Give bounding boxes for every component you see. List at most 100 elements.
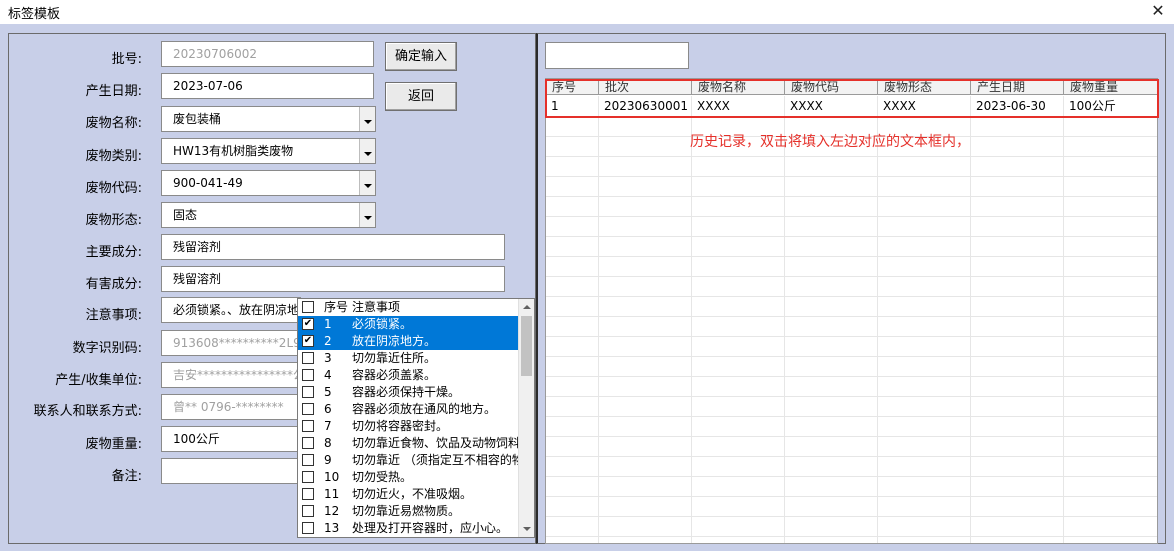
waste-code-label: 废物代码: (85, 181, 142, 196)
checkbox-icon[interactable] (302, 437, 314, 449)
grid-line (546, 356, 1157, 357)
weight-label: 废物重量: (85, 437, 142, 452)
dropdown-item[interactable]: ✔ 2 放在阴凉地方。 (298, 333, 520, 350)
waste-form-value: 固态 (173, 208, 198, 222)
checkbox-checked-icon[interactable]: ✔ (302, 335, 314, 347)
dropdown-item-text: 处理及打开容器时，应小心。 (352, 521, 509, 535)
checkbox-icon[interactable] (302, 352, 314, 364)
harmful-component-field[interactable]: 残留溶剂 (161, 266, 505, 292)
production-date-field[interactable]: 2023-07-06 (161, 73, 374, 99)
grid-line (546, 296, 1157, 297)
grid-line (546, 336, 1157, 337)
grid-line (546, 436, 1157, 437)
waste-class-value: HW13有机树脂类废物 (173, 144, 294, 158)
dropdown-item[interactable]: 3 切勿靠近住所。 (298, 350, 520, 367)
dropdown-item[interactable]: 5 容器必须保持干燥。 (298, 384, 520, 401)
notes-dropdown-list[interactable]: 序号 注意事项 ✔ 1 必须锁紧。 ✔ 2 放在阴凉地方。 3 切勿靠近住所。 4 容器必须盖紧。… (297, 298, 535, 538)
close-icon[interactable]: ✕ (1148, 1, 1168, 21)
grid-line (546, 216, 1157, 217)
dropdown-item[interactable]: 13 处理及打开容器时，应小心。 (298, 520, 520, 537)
dropdown-header-text: 注意事项 (352, 300, 401, 314)
dropdown-item-text: 切勿将容器密封。 (352, 419, 449, 433)
dropdown-item[interactable]: 8 切勿靠近食物、饮品及动物饲料 (298, 435, 520, 452)
main-component-field[interactable]: 残留溶剂 (161, 234, 505, 260)
contact-label: 联系人和联系方式: (33, 404, 142, 419)
dropdown-item[interactable]: 11 切勿近火，不准吸烟。 (298, 486, 520, 503)
checkbox-icon[interactable] (302, 505, 314, 517)
remark-label: 备注: (111, 469, 142, 484)
history-search-input[interactable] (545, 42, 689, 69)
dropdown-item-no: 3 (324, 351, 332, 365)
grid-line (546, 516, 1157, 517)
grid-line (546, 476, 1157, 477)
grid-line (546, 236, 1157, 237)
history-annotation: 历史记录，双击将填入左边对应的文本框内， (690, 134, 970, 150)
scroll-down-icon[interactable] (519, 521, 534, 537)
checkbox-checked-icon[interactable]: ✔ (302, 318, 314, 330)
chevron-down-icon[interactable] (359, 171, 375, 195)
dropdown-item[interactable]: 7 切勿将容器密封。 (298, 418, 520, 435)
waste-form-combo[interactable]: 固态 (161, 202, 376, 228)
notes-field[interactable]: 必须锁紧。、放在阴凉地 (161, 297, 301, 323)
production-date-label: 产生日期: (85, 84, 142, 99)
waste-name-label: 废物名称: (85, 116, 142, 131)
grid-line (784, 96, 785, 543)
waste-code-combo[interactable]: 900-041-49 (161, 170, 376, 196)
dropdown-item-text: 切勿靠近 （须指定互不相容的物 (352, 453, 520, 467)
dropdown-item-text: 切勿靠近食物、饮品及动物饲料 (352, 436, 520, 450)
dropdown-item-no: 12 (324, 504, 340, 518)
checkbox-icon[interactable] (302, 403, 314, 415)
dropdown-item-text: 放在阴凉地方。 (352, 334, 437, 348)
checkbox-icon[interactable] (302, 471, 314, 483)
scroll-up-icon[interactable] (519, 299, 534, 315)
weight-field[interactable]: 100公斤 (161, 426, 301, 452)
waste-class-combo[interactable]: HW13有机树脂类废物 (161, 138, 376, 164)
dropdown-item[interactable]: 4 容器必须盖紧。 (298, 367, 520, 384)
grid-line (877, 96, 878, 543)
dropdown-item[interactable]: 6 容器必须放在通风的地方。 (298, 401, 520, 418)
checkbox-icon[interactable] (302, 420, 314, 432)
batch-label: 批号: (111, 52, 142, 67)
waste-form-label: 废物形态: (85, 213, 142, 228)
dropdown-item[interactable]: ✔ 1 必须锁紧。 (298, 316, 520, 333)
confirm-input-button[interactable]: 确定输入 (385, 42, 457, 71)
dropdown-item[interactable]: 10 切勿受热。 (298, 469, 520, 486)
waste-code-value: 900-041-49 (173, 176, 243, 190)
dropdown-item[interactable]: 9 切勿靠近 （须指定互不相容的物 (298, 452, 520, 469)
grid-line (546, 456, 1157, 457)
chevron-down-icon[interactable] (359, 107, 375, 131)
grid-line (970, 96, 971, 543)
dropdown-item-text: 容器必须放在通风的地方。 (352, 402, 497, 416)
checkbox-icon[interactable] (302, 301, 314, 313)
dropdown-item[interactable]: 12 切勿靠近易燃物质。 (298, 503, 520, 520)
chevron-down-icon[interactable] (359, 139, 375, 163)
digital-id-field[interactable]: 913608**********2L900 (161, 330, 301, 356)
checkbox-icon[interactable] (302, 369, 314, 381)
dropdown-item-no: 6 (324, 402, 332, 416)
scroll-thumb[interactable] (521, 316, 532, 376)
batch-field[interactable]: 20230706002 (161, 41, 374, 67)
remark-field[interactable] (161, 458, 301, 484)
dropdown-item-no: 1 (324, 317, 332, 331)
dropdown-item-no: 13 (324, 521, 340, 535)
waste-name-value: 废包装桶 (173, 112, 222, 126)
grid-line (1063, 96, 1064, 543)
grid-line (546, 256, 1157, 257)
waste-name-combo[interactable]: 废包装桶 (161, 106, 376, 132)
checkbox-icon[interactable] (302, 488, 314, 500)
chevron-down-icon[interactable] (359, 203, 375, 227)
back-button[interactable]: 返回 (385, 82, 457, 111)
checkbox-icon[interactable] (302, 522, 314, 534)
waste-class-label: 废物类别: (85, 149, 142, 164)
checkbox-icon[interactable] (302, 386, 314, 398)
checkbox-icon[interactable] (302, 454, 314, 466)
dropdown-header: 序号 注意事项 (298, 299, 520, 316)
dropdown-item-text: 切勿近火，不准吸烟。 (352, 487, 473, 501)
unit-field[interactable]: 吉安****************公司 (161, 362, 301, 388)
history-highlight-box (545, 79, 1159, 118)
unit-label: 产生/收集单位: (55, 373, 142, 388)
dropdown-scrollbar[interactable] (518, 299, 534, 537)
dropdown-item-text: 容器必须保持干燥。 (352, 385, 461, 399)
grid-line (598, 96, 599, 543)
contact-field[interactable]: 曾** 0796-******** (161, 394, 301, 420)
